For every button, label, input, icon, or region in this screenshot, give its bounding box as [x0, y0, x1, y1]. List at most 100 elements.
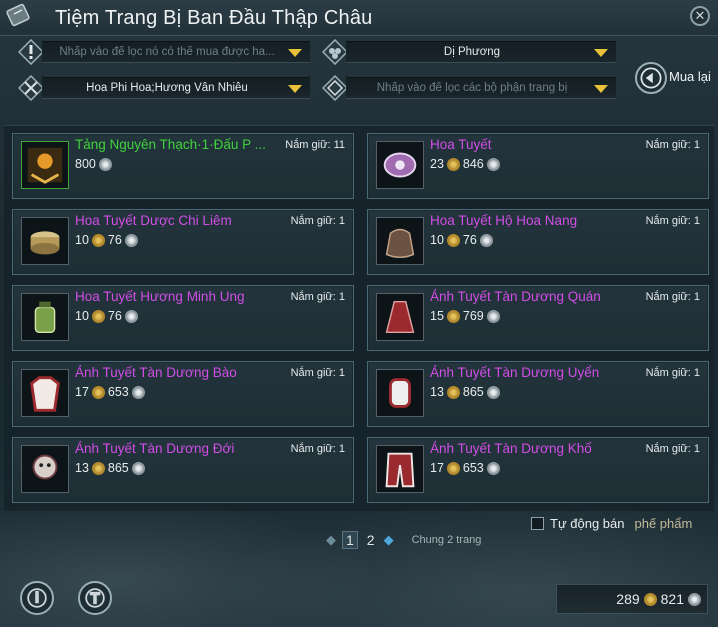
- gold-coin-icon: [91, 233, 105, 247]
- window-title: Tiệm Trang Bị Ban Đầu Thập Châu: [55, 7, 373, 29]
- tool-button-right[interactable]: [78, 581, 112, 615]
- gold-coin-icon: [446, 233, 460, 247]
- affordable-filter-dropdown[interactable]: Nhấp vào để lọc nó có thể mua được ha...: [42, 41, 310, 63]
- item-price: 10 76: [75, 309, 138, 323]
- chevron-down-icon: [594, 85, 608, 93]
- item-card[interactable]: Ảnh Tuyết Tàn Dương Bào Nắm giữ: 1 17 653: [12, 361, 354, 427]
- price-silver: 76: [462, 233, 477, 247]
- pants-icon[interactable]: [376, 445, 424, 493]
- item-name: Ảnh Tuyết Tàn Dương Bào: [75, 365, 237, 380]
- item-card[interactable]: Tảng Nguyên Thạch·1·Đấu P ... Nắm giữ: 11…: [12, 133, 354, 199]
- part-filter-placeholder: Nhấp vào để lọc các bộ phận trang bị: [376, 82, 568, 94]
- item-card[interactable]: Ảnh Tuyết Tàn Dương Đới Nắm giữ: 1 13 865: [12, 437, 354, 503]
- robe-icon[interactable]: [21, 369, 69, 417]
- silver-coin-icon: [124, 233, 138, 247]
- hood-icon[interactable]: [376, 293, 424, 341]
- autosell-checkbox[interactable]: [531, 517, 544, 530]
- item-name: Ảnh Tuyết Tàn Dương Uyển: [430, 365, 600, 380]
- scroll-icon: [6, 3, 30, 27]
- chevron-down-icon: [594, 49, 608, 57]
- item-name: Ảnh Tuyết Tàn Dương Quán: [430, 289, 601, 304]
- price-gold: 13: [75, 461, 89, 475]
- price-gold: 17: [75, 385, 89, 399]
- item-card[interactable]: Hoa Tuyết Nắm giữ: 1 23 846: [367, 133, 709, 199]
- item-hold-limit: Nắm giữ: 1: [290, 291, 345, 303]
- set-filter-dropdown[interactable]: Hoa Phi Hoa;Hương Vân Nhiễu: [42, 77, 310, 99]
- item-price: 17 653: [75, 385, 145, 399]
- item-hold-limit: Nắm giữ: 1: [645, 139, 700, 151]
- silver-coin-icon: [486, 309, 500, 323]
- page-total: Chung 2 trang: [411, 534, 482, 546]
- pagination: ◆ 1 2 ◆ Chung 2 trang: [326, 531, 481, 549]
- faction-filter-dropdown[interactable]: Dị Phương: [346, 41, 616, 63]
- item-hold-limit: Nắm giữ: 1: [645, 443, 700, 455]
- item-hold-limit: Nắm giữ: 1: [290, 443, 345, 455]
- bracer-icon[interactable]: [376, 369, 424, 417]
- price-gold: 17: [430, 461, 444, 475]
- pouch-icon[interactable]: [376, 217, 424, 265]
- price-silver: 769: [462, 309, 484, 323]
- price-silver: 76: [107, 233, 122, 247]
- prev-page-icon[interactable]: ◆: [326, 532, 336, 548]
- item-hold-limit: Nắm giữ: 1: [645, 367, 700, 379]
- silver-coin-icon: [486, 461, 500, 475]
- exclamation-filter-icon: [18, 39, 44, 65]
- gold-coin-icon: [91, 309, 105, 323]
- gold-coin-icon: [446, 157, 460, 171]
- chevron-down-icon: [288, 85, 302, 93]
- part-filter-dropdown[interactable]: Nhấp vào để lọc các bộ phận trang bị: [346, 77, 616, 99]
- item-card[interactable]: Ảnh Tuyết Tàn Dương Quán Nắm giữ: 1 15 769: [367, 285, 709, 351]
- silver-coin-icon: [131, 385, 145, 399]
- price-silver: 846: [462, 157, 484, 171]
- item-card[interactable]: Ảnh Tuyết Tàn Dương Khố Nắm giữ: 1 17 653: [367, 437, 709, 503]
- item-name: Ảnh Tuyết Tàn Dương Đới: [75, 441, 235, 456]
- silver-coin-icon: [486, 385, 500, 399]
- item-price: 10 76: [75, 233, 138, 247]
- wallet-silver: 821: [660, 591, 684, 607]
- tool-button-left[interactable]: [20, 581, 54, 615]
- price-silver: 76: [107, 309, 122, 323]
- gold-coin-icon: [446, 309, 460, 323]
- stone-icon[interactable]: [21, 141, 69, 189]
- page-2-button[interactable]: 2: [364, 532, 378, 548]
- silver-coin-icon: [124, 309, 138, 323]
- item-price: 13 865: [430, 385, 500, 399]
- wallet: 289 821: [556, 584, 708, 614]
- gold-coin-icon: [91, 461, 105, 475]
- autosell-value[interactable]: phế phẩm: [634, 516, 692, 531]
- silver-coin-icon: [479, 233, 493, 247]
- item-hold-limit: Nắm giữ: 1: [290, 215, 345, 227]
- item-card[interactable]: Hoa Tuyết Dược Chi Liêm Nắm giữ: 1 10 76: [12, 209, 354, 275]
- autosell-row: Tự động bán phế phẩm: [531, 516, 692, 531]
- silver-coin-icon: [98, 157, 112, 171]
- price-silver: 800: [75, 157, 96, 171]
- silver-coin-icon: [688, 592, 701, 606]
- jar-icon[interactable]: [21, 293, 69, 341]
- item-hold-limit: Nắm giữ: 11: [285, 139, 345, 151]
- price-gold: 10: [75, 309, 89, 323]
- rebuy-label[interactable]: Mua lại: [669, 69, 711, 84]
- item-name: Hoa Tuyết Hộ Hoa Nang: [430, 213, 578, 228]
- item-price: 23 846: [430, 157, 500, 171]
- price-silver: 865: [462, 385, 484, 399]
- gold-coin-icon: [91, 385, 105, 399]
- box-icon[interactable]: [21, 217, 69, 265]
- belt-icon[interactable]: [21, 445, 69, 493]
- item-card[interactable]: Hoa Tuyết Hương Minh Ung Nắm giữ: 1 10 76: [12, 285, 354, 351]
- hairpin-icon[interactable]: [376, 141, 424, 189]
- item-price: 17 653: [430, 461, 500, 475]
- autosell-label: Tự động bán: [550, 516, 625, 531]
- shop-window: Tiệm Trang Bị Ban Đầu Thập Châu ✕ Nhấp v…: [0, 0, 718, 627]
- rebuy-button[interactable]: [635, 62, 667, 94]
- item-hold-limit: Nắm giữ: 1: [290, 367, 345, 379]
- close-button[interactable]: ✕: [690, 6, 710, 26]
- chevron-down-icon: [288, 49, 302, 57]
- next-page-icon[interactable]: ◆: [384, 532, 394, 548]
- item-card[interactable]: Ảnh Tuyết Tàn Dương Uyển Nắm giữ: 1 13 865: [367, 361, 709, 427]
- item-name: Hoa Tuyết Dược Chi Liêm: [75, 213, 232, 228]
- page-1-button[interactable]: 1: [342, 531, 358, 549]
- price-silver: 653: [462, 461, 484, 475]
- item-card[interactable]: Hoa Tuyết Hộ Hoa Nang Nắm giữ: 1 10 76: [367, 209, 709, 275]
- item-price: 13 865: [75, 461, 145, 475]
- price-gold: 13: [430, 385, 444, 399]
